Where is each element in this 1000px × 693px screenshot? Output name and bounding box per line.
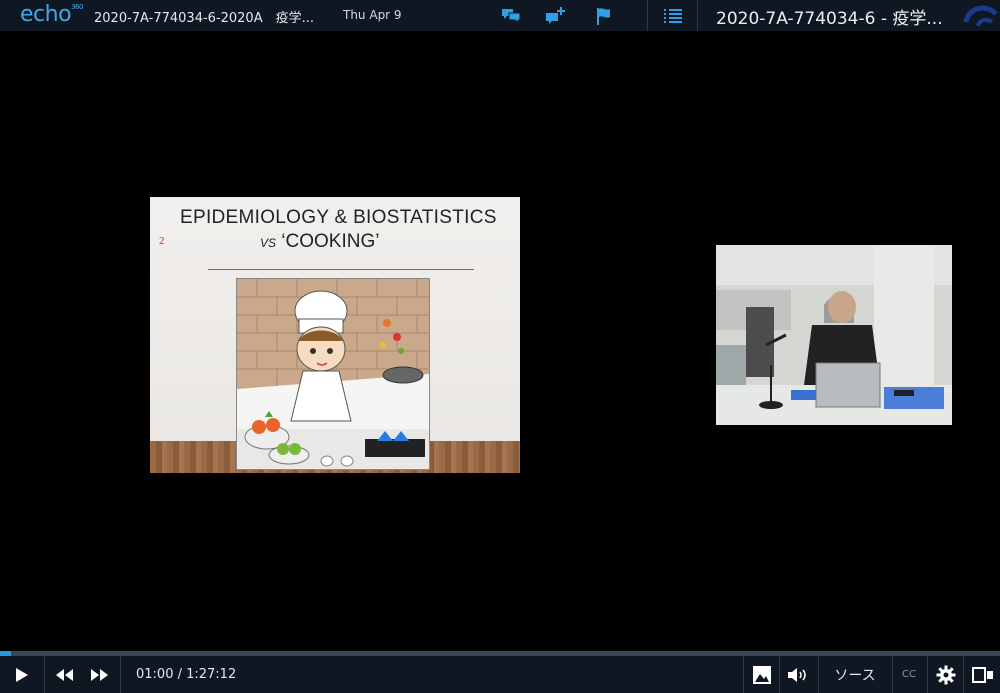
fast-forward-icon[interactable] — [86, 656, 114, 693]
cc-label: CC — [902, 669, 916, 680]
play-icon[interactable] — [8, 656, 36, 693]
session-title: 2020-7A-774034-6 - 疫学... — [716, 9, 943, 29]
control-divider — [44, 656, 45, 693]
control-divider — [963, 656, 964, 693]
add-note-icon[interactable] — [543, 3, 569, 29]
source-button[interactable]: ソース — [826, 656, 884, 693]
flag-icon[interactable] — [591, 3, 617, 29]
slide-title-line1: EPIDEMIOLOGY & BIOSTATISTICS — [180, 207, 497, 228]
lecture-slide: EPIDEMIOLOGY & BIOSTATISTICS VS ‘COOKING… — [150, 197, 520, 473]
control-divider — [779, 656, 780, 693]
control-divider — [818, 656, 819, 693]
control-divider — [120, 656, 121, 693]
layout-toggle-icon[interactable] — [970, 656, 996, 693]
control-divider — [743, 656, 744, 693]
slide-number: 2 — [159, 235, 165, 247]
university-logo-icon — [960, 0, 1000, 31]
outline-list-icon[interactable] — [660, 3, 686, 29]
player-controls: 01:00 / 1:27:12 ソース CC — [0, 656, 1000, 693]
class-date: Thu Apr 9 — [343, 8, 402, 22]
source-label: ソース — [834, 667, 876, 684]
top-bar: echo360 2020-7A-774034-6-2020A 疫学... Thu… — [0, 0, 1000, 31]
closed-captions-button[interactable]: CC — [897, 656, 921, 693]
rewind-icon[interactable] — [50, 656, 78, 693]
chef-cooking-illustration — [236, 278, 430, 470]
presenter-video[interactable] — [716, 245, 952, 425]
control-divider — [927, 656, 928, 693]
control-divider — [892, 656, 893, 693]
topbar-divider — [697, 0, 698, 31]
settings-gear-icon[interactable] — [934, 656, 958, 693]
volume-icon[interactable] — [786, 656, 810, 693]
course-title[interactable]: 2020-7A-774034-6-2020A 疫学... — [94, 7, 314, 26]
slide-divider — [208, 269, 474, 270]
echo360-logo[interactable]: echo360 — [20, 2, 83, 27]
topbar-divider — [647, 0, 648, 31]
picture-icon[interactable] — [750, 656, 774, 693]
time-display: 01:00 / 1:27:12 — [136, 667, 237, 682]
discussion-icon[interactable] — [498, 3, 524, 29]
slide-title-line2: VS ‘COOKING’ — [260, 231, 380, 252]
